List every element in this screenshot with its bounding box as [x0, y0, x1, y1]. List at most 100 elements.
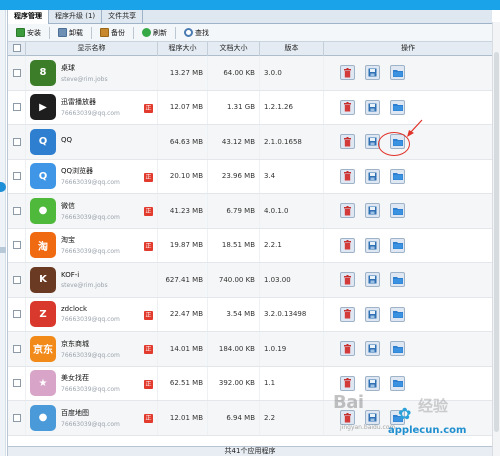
save-button[interactable] — [365, 168, 380, 184]
name-cell: 淘 淘宝 76663039@qq.com 正 — [26, 228, 158, 262]
row-check-cell — [8, 90, 26, 124]
open-folder-button[interactable] — [390, 99, 405, 115]
table-row[interactable]: ● 微信 76663039@qq.com 正 41.23 MB 6.79 MB … — [8, 194, 492, 229]
row-checkbox[interactable] — [12, 103, 21, 112]
row-checkbox[interactable] — [12, 344, 21, 353]
scrollbar-thumb[interactable] — [494, 52, 499, 432]
search-button[interactable]: 查找 — [180, 26, 213, 40]
table-row[interactable]: 京东 京东商城 76663039@qq.com 正 14.01 MB 184.0… — [8, 332, 492, 367]
uninstall-icon — [58, 28, 67, 37]
save-button[interactable] — [365, 237, 380, 253]
table-row[interactable]: K KOF-i steve@rim.jobs 627.41 MB 740.00 … — [8, 263, 492, 298]
left-rail-handle[interactable] — [0, 182, 6, 192]
save-button[interactable] — [365, 410, 380, 426]
delete-button[interactable] — [340, 99, 355, 115]
delete-button[interactable] — [340, 272, 355, 288]
app-name: QQ浏览器 — [61, 167, 94, 176]
column-header-size[interactable]: 程序大小 — [158, 42, 208, 56]
row-checkbox[interactable] — [12, 137, 21, 146]
open-folder-button[interactable] — [390, 203, 405, 219]
trash-icon — [344, 309, 351, 319]
wechat-icon: ● — [30, 197, 56, 224]
app-name-box: QQ — [61, 136, 72, 147]
table-row[interactable]: Z zdclock 76663039@qq.com 正 22.47 MB 3.5… — [8, 297, 492, 332]
floppy-save-icon — [368, 413, 377, 422]
floppy-save-icon — [368, 172, 377, 181]
open-folder-button[interactable] — [390, 272, 405, 288]
floppy-save-icon — [368, 344, 377, 353]
delete-button[interactable] — [340, 375, 355, 391]
doc-size: 392.00 KB — [208, 366, 260, 400]
app-name-box: 微信 76663039@qq.com — [61, 201, 120, 221]
select-all-checkbox[interactable] — [12, 44, 21, 52]
floppy-save-icon — [368, 68, 377, 77]
row-check-cell — [8, 401, 26, 435]
folder-icon — [392, 207, 403, 215]
table-row[interactable]: 8 桌球 steve@rim.jobs 13.27 MB 64.00 KB 3.… — [8, 56, 492, 91]
name-cell: 京东 京东商城 76663039@qq.com 正 — [26, 332, 158, 366]
app-developer: steve@rim.jobs — [61, 281, 108, 289]
name-cell: ● 微信 76663039@qq.com 正 — [26, 194, 158, 228]
row-checkbox[interactable] — [12, 241, 21, 250]
table-row[interactable]: 淘 淘宝 76663039@qq.com 正 19.87 MB 18.51 MB… — [8, 228, 492, 263]
tab-app-management[interactable]: 程序管理 — [8, 10, 49, 24]
save-button[interactable] — [365, 203, 380, 219]
toolbar: 安装 卸载 备份 刷新 查找 — [8, 24, 492, 42]
row-checkbox[interactable] — [12, 310, 21, 319]
table-row[interactable]: Q QQ浏览器 76663039@qq.com 正 20.10 MB 23.96… — [8, 159, 492, 194]
app-name: 美女找茬 — [61, 374, 89, 383]
uninstall-button[interactable]: 卸载 — [54, 26, 87, 40]
save-button[interactable] — [365, 341, 380, 357]
install-button[interactable]: 安装 — [12, 26, 45, 40]
row-checkbox[interactable] — [12, 206, 21, 215]
save-button[interactable] — [365, 272, 380, 288]
floppy-save-icon — [368, 379, 377, 388]
app-name-box: QQ浏览器 76663039@qq.com — [61, 166, 120, 186]
delete-button[interactable] — [340, 237, 355, 253]
tab-file-share[interactable]: 文件共享 — [102, 10, 144, 24]
delete-button[interactable] — [340, 168, 355, 184]
floppy-save-icon — [368, 310, 377, 319]
app-developer: 76663039@qq.com — [61, 179, 120, 187]
tab-app-upgrade[interactable]: 程序升级 (1) — [49, 10, 103, 24]
row-check-cell — [8, 297, 26, 331]
delete-button[interactable] — [340, 306, 355, 322]
open-folder-button[interactable] — [390, 375, 405, 391]
refresh-button[interactable]: 刷新 — [138, 26, 171, 40]
tab-bar: 程序管理 程序升级 (1) 文件共享 — [8, 10, 492, 24]
row-checkbox[interactable] — [12, 68, 21, 77]
row-checkbox[interactable] — [12, 172, 21, 181]
trash-icon — [344, 171, 351, 181]
backup-button[interactable]: 备份 — [96, 26, 129, 40]
row-checkbox[interactable] — [12, 413, 21, 422]
genuine-badge: 正 — [144, 172, 153, 182]
watermark-logo-icon: ✿ — [398, 404, 412, 423]
trash-icon — [344, 205, 351, 216]
open-folder-button[interactable] — [390, 341, 405, 357]
app-name-box: 淘宝 76663039@qq.com — [61, 235, 120, 255]
app-icon-glyph: ● — [38, 412, 48, 424]
app-icon-glyph: 8 — [39, 67, 47, 79]
app-name: 微信 — [61, 201, 75, 210]
open-folder-button[interactable] — [390, 168, 405, 184]
column-header-name[interactable]: 显示名称 — [26, 42, 158, 56]
delete-button[interactable] — [340, 341, 355, 357]
column-header-doc-size[interactable]: 文档大小 — [208, 42, 260, 56]
delete-button[interactable] — [340, 65, 355, 81]
delete-button[interactable] — [340, 203, 355, 219]
toolbar-divider — [175, 26, 176, 39]
delete-button[interactable] — [340, 134, 355, 150]
open-folder-button[interactable] — [390, 65, 405, 81]
save-button[interactable] — [365, 375, 380, 391]
row-checkbox[interactable] — [12, 379, 21, 388]
vertical-scrollbar[interactable] — [492, 22, 500, 456]
column-header-version[interactable]: 版本 — [260, 42, 324, 56]
open-folder-button[interactable] — [390, 306, 405, 322]
column-header-actions: 操作 — [401, 44, 415, 52]
save-button[interactable] — [365, 306, 380, 322]
save-button[interactable] — [365, 65, 380, 81]
row-checkbox[interactable] — [12, 275, 21, 284]
floppy-save-icon — [368, 137, 377, 146]
open-folder-button[interactable] — [390, 237, 405, 253]
save-button[interactable] — [365, 99, 380, 115]
